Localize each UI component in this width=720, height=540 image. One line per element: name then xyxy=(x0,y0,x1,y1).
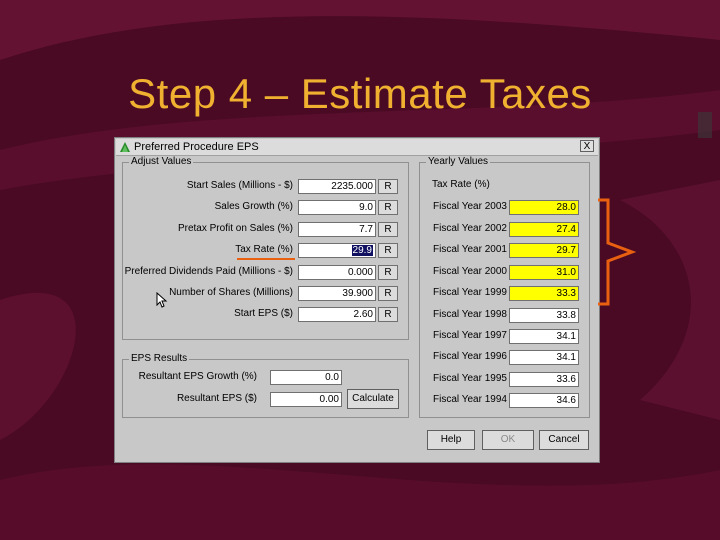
pretax-profit-reset-button[interactable]: R xyxy=(378,222,398,237)
resultant-eps-growth-label: Resultant EPS Growth (%) xyxy=(138,371,257,382)
fiscal-year-2001-label: Fiscal Year 2001 xyxy=(433,244,507,255)
fiscal-year-2003-field[interactable]: 28.0 xyxy=(509,200,579,215)
pretax-profit-label: Pretax Profit on Sales (%) xyxy=(177,223,293,234)
cancel-button[interactable]: Cancel xyxy=(539,430,589,450)
calculate-button[interactable]: Calculate xyxy=(347,389,399,409)
sales-growth-reset-button[interactable]: R xyxy=(378,200,398,215)
start-sales-reset-button[interactable]: R xyxy=(378,179,398,194)
fiscal-year-1995-label: Fiscal Year 1995 xyxy=(433,373,507,384)
fiscal-year-2000-label: Fiscal Year 2000 xyxy=(433,266,507,277)
fiscal-year-2002-field[interactable]: 27.4 xyxy=(509,222,579,237)
number-of-shares-reset-button[interactable]: R xyxy=(378,286,398,301)
number-of-shares-field[interactable]: 39.900 xyxy=(298,286,376,301)
preferred-dividends-reset-button[interactable]: R xyxy=(378,265,398,280)
tax-rate-reset-button[interactable]: R xyxy=(378,243,398,258)
window-titlebar: Preferred Procedure EPS X xyxy=(116,139,598,156)
sales-growth-label: Sales Growth (%) xyxy=(214,201,293,212)
resultant-eps-field[interactable]: 0.00 xyxy=(270,392,342,407)
resultant-eps-growth-field[interactable]: 0.0 xyxy=(270,370,342,385)
start-eps-reset-button[interactable]: R xyxy=(378,307,398,322)
preferred-dividends-label: Preferred Dividends Paid (Millions - $) xyxy=(124,266,293,277)
fiscal-year-2002-label: Fiscal Year 2002 xyxy=(433,223,507,234)
help-button[interactable]: Help xyxy=(427,430,475,450)
resultant-eps-label: Resultant EPS ($) xyxy=(176,393,257,404)
preferred-dividends-field[interactable]: 0.000 xyxy=(298,265,376,280)
tax-rate-selected-value: 29.9 xyxy=(351,245,373,256)
number-of-shares-label: Number of Shares (Millions) xyxy=(169,287,293,298)
highlight-brace-annotation xyxy=(598,198,637,306)
tax-rate-annotation-underline xyxy=(237,258,295,260)
pretax-profit-field[interactable]: 7.7 xyxy=(298,222,376,237)
fiscal-year-2001-field[interactable]: 29.7 xyxy=(509,243,579,258)
adjust-values-label: Adjust Values xyxy=(129,156,194,168)
fiscal-year-1994-field[interactable]: 34.6 xyxy=(509,393,579,408)
slide-title: Step 4 – Estimate Taxes xyxy=(128,70,592,117)
fiscal-year-1996-field[interactable]: 34.1 xyxy=(509,350,579,365)
fiscal-year-1994-label: Fiscal Year 1994 xyxy=(433,394,507,405)
fiscal-year-1998-field[interactable]: 33.8 xyxy=(509,308,579,323)
sales-growth-field[interactable]: 9.0 xyxy=(298,200,376,215)
start-sales-field[interactable]: 2235.000 xyxy=(298,179,376,194)
tax-rate-field[interactable]: 29.9 xyxy=(298,243,376,258)
fiscal-year-2000-field[interactable]: 31.0 xyxy=(509,265,579,280)
tax-rate-label: Tax Rate (%) xyxy=(235,244,293,255)
start-eps-field[interactable]: 2.60 xyxy=(298,307,376,322)
start-eps-label: Start EPS ($) xyxy=(234,308,293,319)
fiscal-year-2003-label: Fiscal Year 2003 xyxy=(433,201,507,212)
ok-button[interactable]: OK xyxy=(482,430,534,450)
fiscal-year-1997-label: Fiscal Year 1997 xyxy=(433,330,507,341)
mouse-pointer-icon xyxy=(156,292,168,308)
window-title: Preferred Procedure EPS xyxy=(134,141,259,153)
fiscal-year-1998-label: Fiscal Year 1998 xyxy=(433,309,507,320)
fiscal-year-1997-field[interactable]: 34.1 xyxy=(509,329,579,344)
app-icon xyxy=(120,142,130,152)
preferred-procedure-dialog: Preferred Procedure EPS X Adjust Values … xyxy=(114,137,600,463)
eps-results-label: EPS Results xyxy=(129,353,190,365)
fiscal-year-1999-field[interactable]: 33.3 xyxy=(509,286,579,301)
yearly-values-label: Yearly Values xyxy=(426,156,491,168)
fiscal-year-1999-label: Fiscal Year 1999 xyxy=(433,287,507,298)
fiscal-year-1996-label: Fiscal Year 1996 xyxy=(433,351,507,362)
fiscal-year-1995-field[interactable]: 33.6 xyxy=(509,372,579,387)
start-sales-label: Start Sales (Millions - $) xyxy=(186,180,293,191)
yearly-tax-rate-header: Tax Rate (%) xyxy=(432,179,490,190)
close-button[interactable]: X xyxy=(580,140,594,152)
